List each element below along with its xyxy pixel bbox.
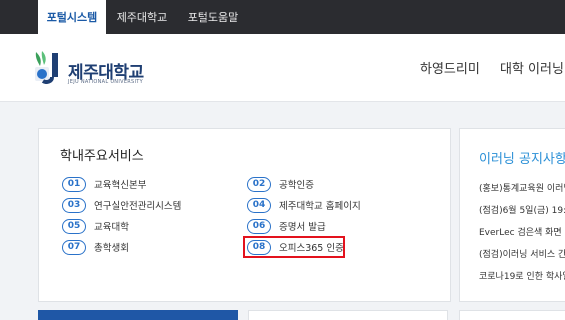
- notice-item[interactable]: (점검)이러닝 서비스 간헐: [479, 247, 565, 260]
- service-number-badge: 04: [247, 197, 271, 213]
- service-link-student-council[interactable]: 07 총학생회: [62, 239, 129, 255]
- service-link-innovation[interactable]: 01 교육혁신본부: [62, 176, 146, 192]
- highlight-box: [243, 236, 345, 258]
- service-link-education-college[interactable]: 05 교육대학: [62, 218, 129, 234]
- university-name-english: JEJU NATIONAL UNIVERSITY: [68, 79, 144, 85]
- service-label: 증명서 발급: [279, 222, 326, 233]
- top-bar: 포털시스템 제주대학교 포털도움말: [0, 0, 565, 34]
- tab-portal-system[interactable]: 포털시스템: [38, 0, 106, 34]
- service-label: 총학생회: [94, 243, 129, 254]
- service-number-badge: 01: [62, 176, 86, 192]
- service-label: 교육대학: [94, 222, 129, 233]
- service-link-university-homepage[interactable]: 04 제주대학교 홈페이지: [247, 197, 361, 213]
- tab-portal-help[interactable]: 포털도움말: [178, 0, 248, 34]
- notice-item[interactable]: EverLec 검은색 화면 녹: [479, 225, 565, 238]
- campus-services-title: 학내주요서비스: [60, 149, 144, 164]
- nav-hayoung-dreamy[interactable]: 하영드리미: [420, 58, 480, 77]
- service-number-badge: 02: [247, 176, 271, 192]
- service-label: 교육혁신본부: [94, 180, 147, 191]
- service-number-badge: 07: [62, 239, 86, 255]
- service-label: 제주대학교 홈페이지: [279, 201, 361, 212]
- bottom-tile-right[interactable]: [459, 310, 565, 320]
- bottom-tile-white[interactable]: [248, 310, 448, 320]
- notice-item[interactable]: (점검)6월 5일(금) 19:00: [479, 203, 565, 216]
- university-emblem-icon[interactable]: [32, 50, 62, 84]
- service-number-badge: 05: [62, 218, 86, 234]
- service-link-certificate-issuance[interactable]: 06 증명서 발급: [247, 218, 326, 234]
- notice-item[interactable]: 코로나19로 인한 학사일: [479, 269, 565, 282]
- service-label: 공학인증: [279, 180, 314, 191]
- bottom-tile-blue[interactable]: [38, 310, 238, 320]
- tab-jeju-university[interactable]: 제주대학교: [108, 0, 176, 34]
- service-label: 연구실안전관리시스템: [94, 201, 182, 212]
- service-number-badge: 03: [62, 197, 86, 213]
- service-link-engineering-accreditation[interactable]: 02 공학인증: [247, 176, 314, 192]
- notice-item[interactable]: (홍보)통계교육원 이러닝: [479, 181, 565, 194]
- service-link-lab-safety[interactable]: 03 연구실안전관리시스템: [62, 197, 181, 213]
- elearning-notice-title[interactable]: 이러닝 공지사항: [479, 148, 565, 167]
- service-number-badge: 06: [247, 218, 271, 234]
- nav-university-elearning[interactable]: 대학 이러닝: [500, 58, 564, 77]
